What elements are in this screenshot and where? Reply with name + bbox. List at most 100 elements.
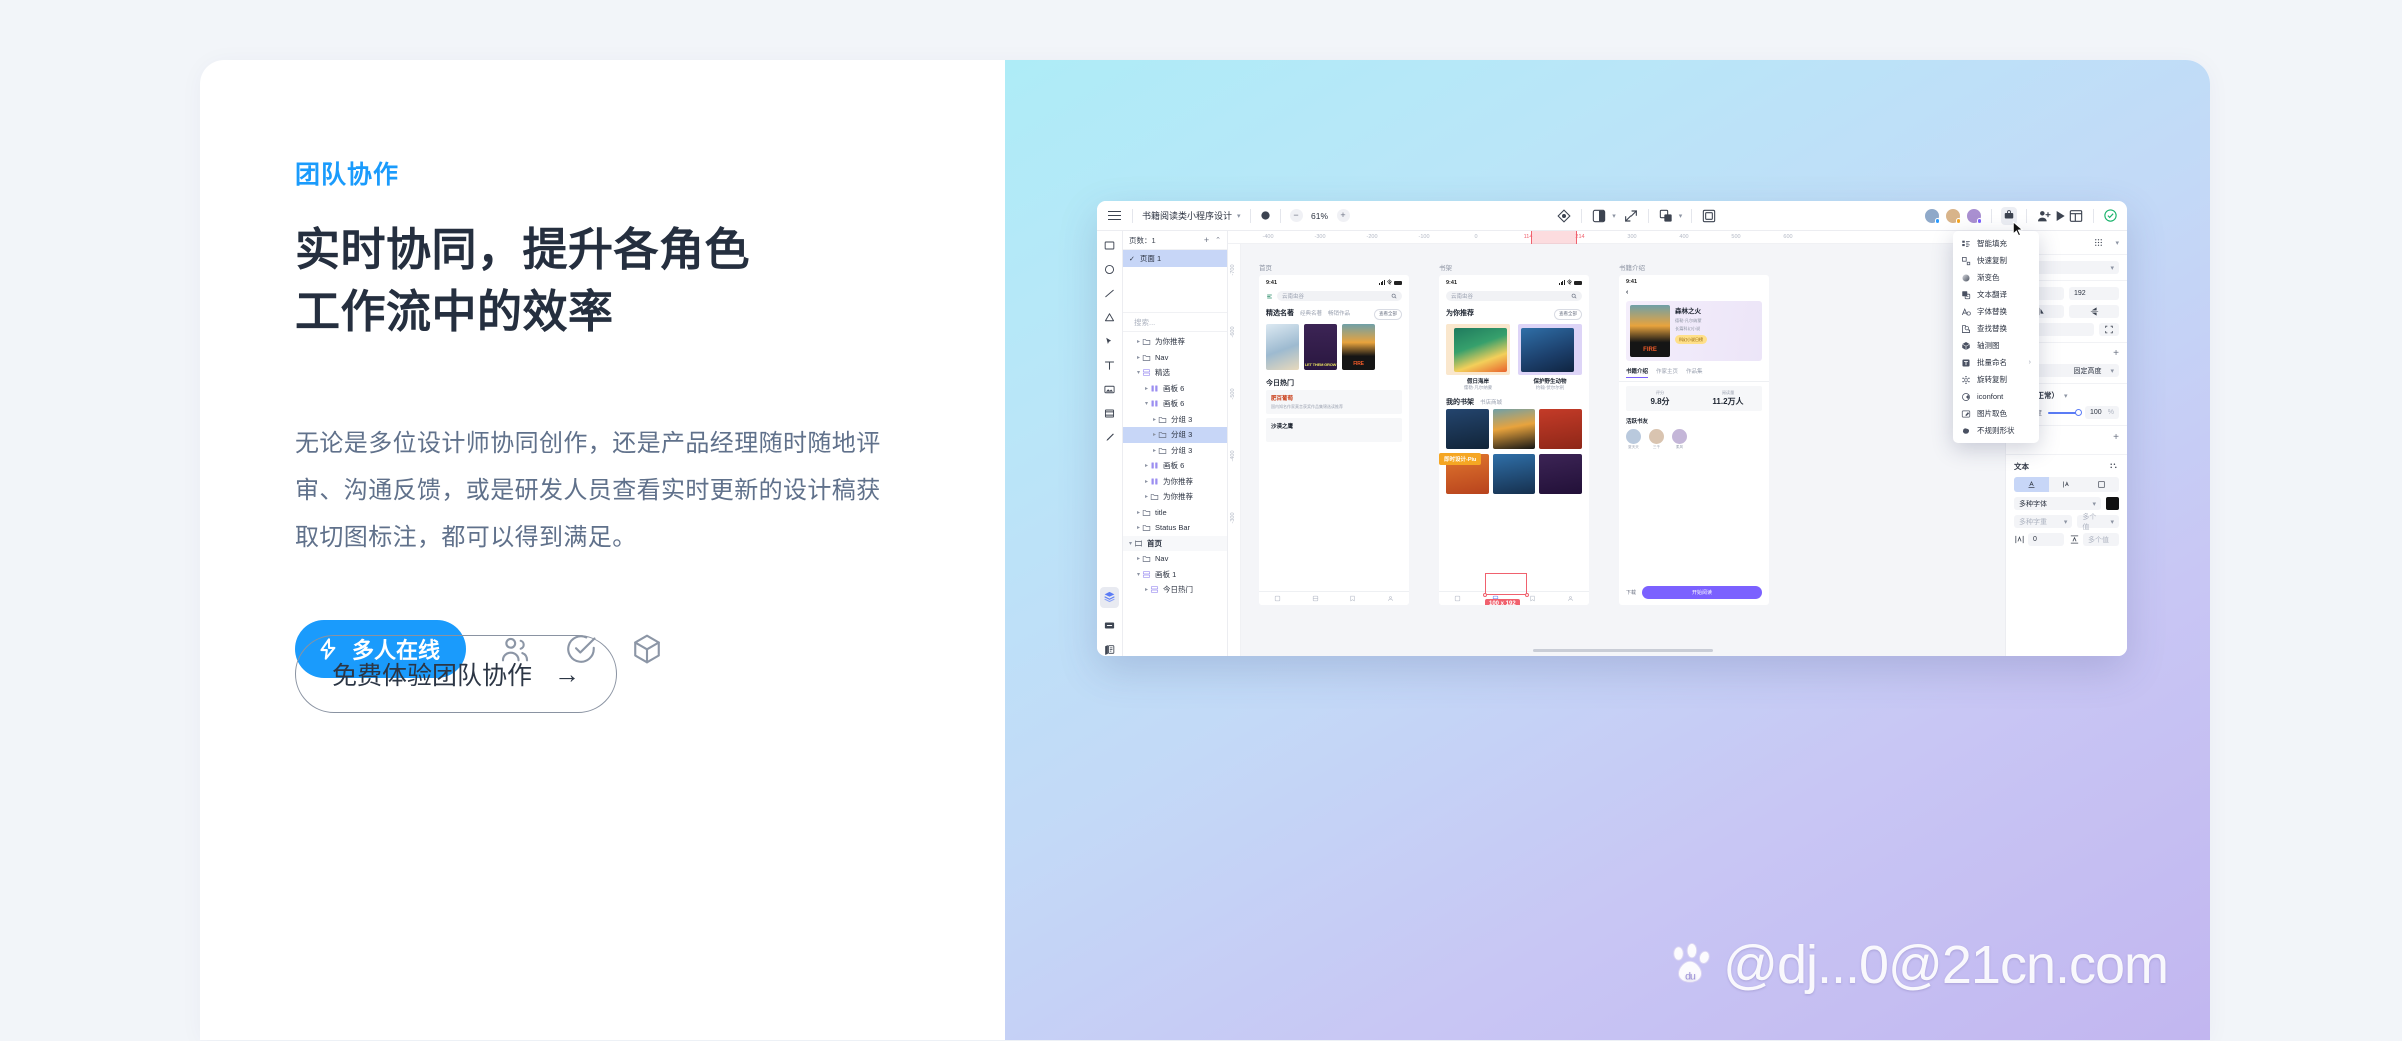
app-search-bar[interactable]: 云南虫谷	[1277, 291, 1402, 301]
shelf-book[interactable]	[1446, 408, 1489, 449]
twisty-icon[interactable]: ▸	[1151, 416, 1158, 423]
twisty-icon[interactable]: ▸	[1135, 524, 1142, 531]
layer-row[interactable]: ▸ 为你推荐	[1123, 334, 1227, 350]
line-tool-icon[interactable]	[1103, 287, 1116, 300]
twisty-icon[interactable]: ▾	[1127, 540, 1134, 547]
plugin-dropdown-menu[interactable]: 智能填充 快速复制 渐变色 文本翻译 字体替换 查找替换 轴测图 批量命名 › 旋转复制 iconf…	[1953, 231, 2039, 443]
selection-handle[interactable]	[1525, 593, 1529, 597]
section-tab[interactable]: 畅销作品	[1328, 309, 1350, 317]
layer-row[interactable]: ▸ 画板 6	[1123, 381, 1227, 397]
layer-row[interactable]: ▾ 画板 1	[1123, 567, 1227, 583]
hamburger-icon[interactable]	[1106, 209, 1123, 222]
layer-row[interactable]: ▸ 分组 3	[1123, 443, 1227, 459]
assets-panel-icon[interactable]	[1103, 619, 1116, 632]
layer-row[interactable]: ▸ 画板 6	[1123, 458, 1227, 474]
slider-knob[interactable]	[2075, 409, 2082, 416]
components-panel-icon[interactable]	[1103, 643, 1116, 656]
friend-item[interactable]: 夏天天	[1626, 429, 1641, 450]
layer-row[interactable]: ▸ 为你推荐	[1123, 474, 1227, 490]
layer-row[interactable]: ▸ Nav	[1123, 551, 1227, 567]
text-indent-button[interactable]	[2049, 477, 2084, 492]
font-size-select[interactable]: 多个值 ▾	[2077, 514, 2119, 531]
canvas-horizontal-scrollbar[interactable]	[1533, 649, 1713, 652]
hot-card[interactable]: 肥百葡萄 国内知名作家莫言获奖作品集锦选读推荐	[1266, 389, 1402, 415]
boolean-icon[interactable]	[1658, 208, 1674, 224]
shelf-book[interactable]	[1492, 408, 1536, 449]
menu-icon[interactable]	[1266, 293, 1273, 300]
layer-row[interactable]: ▾ 精选	[1123, 365, 1227, 381]
artboard-book-detail[interactable]: 书籍介绍 9:41 ‹ FIRE 森林之火 德勒·凡尔纳蒙 长篇科幻小说 科幻小…	[1619, 262, 1769, 605]
menu-item[interactable]: iconfont	[1953, 388, 2039, 405]
book-cover[interactable]: FIRE	[1342, 323, 1375, 370]
export-icon[interactable]	[1623, 208, 1639, 224]
search-input[interactable]	[1134, 317, 1231, 327]
text-box-button[interactable]	[2084, 477, 2119, 492]
book-tab-icon[interactable]	[1454, 595, 1461, 602]
twisty-icon[interactable]: ▾	[1135, 369, 1142, 376]
menu-item[interactable]: 字体替换	[1953, 303, 2039, 320]
mask-shape-icon[interactable]	[1260, 210, 1271, 221]
pen-tool-icon[interactable]	[1103, 335, 1116, 348]
polygon-tool-icon[interactable]	[1103, 311, 1116, 324]
book-item[interactable]: 保护野生动物 约翰·伏尔尔刑	[1518, 323, 1582, 391]
bookmark-tab-icon[interactable]	[1529, 595, 1536, 602]
bookmark-tab-icon[interactable]	[1349, 595, 1356, 602]
view-all-button[interactable]: 查看全部	[1374, 308, 1402, 320]
canvas-stage[interactable]: 首页 9:41 令 云南虫谷 精选名著 经典名著 畅销作品 查看全部 LET T…	[1241, 244, 2005, 656]
menu-item[interactable]: 图片取色	[1953, 405, 2039, 422]
twisty-icon[interactable]: ▸	[1143, 385, 1150, 392]
menu-item[interactable]: 不规则形状	[1953, 422, 2039, 439]
zoom-out-button[interactable]: −	[1289, 209, 1303, 222]
book-cover[interactable]	[1266, 323, 1299, 370]
line-height-field[interactable]: 多个值	[2083, 533, 2119, 546]
twisty-icon[interactable]: ▸	[1135, 338, 1142, 345]
flip-vertical-button[interactable]	[2069, 305, 2119, 318]
rect-tool-icon[interactable]	[1103, 239, 1116, 252]
layer-row[interactable]: ▸ 今日热门	[1123, 582, 1227, 598]
menu-item[interactable]: 智能填充	[1953, 235, 2039, 252]
grid-icon[interactable]	[2093, 237, 2104, 248]
design-canvas[interactable]: -400 -300 -200 -100 0 114 214 300 400 500 600 -700…	[1228, 231, 2005, 656]
layers-panel-icon[interactable]	[1100, 587, 1119, 608]
section-tab[interactable]: 经典名著	[1300, 309, 1322, 317]
layer-row[interactable]: ▸ title	[1123, 505, 1227, 521]
font-weight-select[interactable]: 多种字重 ▾	[2014, 515, 2073, 528]
cube-icon[interactable]	[630, 632, 664, 666]
selection-handle[interactable]	[1483, 593, 1487, 597]
twisty-icon[interactable]: ▸	[1135, 509, 1142, 516]
artboard-bookshelf[interactable]: 书架 9:41 令 云南虫谷 为你推荐 查看全部 假日海岸 儒勒·凡尔纳蒙 保护…	[1439, 262, 1589, 605]
document-title[interactable]: 书籍阅读类小程序设计	[1142, 209, 1232, 222]
avatar[interactable]	[1924, 207, 1940, 224]
frame-tool-icon[interactable]	[1103, 407, 1116, 420]
layer-row[interactable]: ▾ 画板 6	[1123, 396, 1227, 412]
profile-tab-icon[interactable]	[1387, 595, 1394, 602]
avatar[interactable]	[1945, 207, 1961, 224]
layer-row[interactable]: ▾ 首页	[1123, 535, 1227, 551]
chevron-up-icon[interactable]: ⌃	[1215, 236, 1221, 244]
letter-spacing-field[interactable]: 0	[2028, 533, 2064, 546]
twisty-icon[interactable]: ▸	[1151, 447, 1158, 454]
page-list-item[interactable]: ✓ 页面 1	[1123, 250, 1227, 267]
shelf-tab[interactable]: 书店商城	[1480, 398, 1502, 406]
chevron-down-icon[interactable]: ▾	[2064, 392, 2068, 400]
menu-item[interactable]: 批量命名 ›	[1953, 354, 2039, 371]
back-button[interactable]: ‹	[1619, 287, 1769, 298]
shelf-book[interactable]	[1539, 453, 1583, 494]
menu-item[interactable]: 文本翻译	[1953, 286, 2039, 303]
text-underline-button[interactable]	[2014, 477, 2049, 492]
detail-tab-active[interactable]: 书籍介绍	[1626, 367, 1649, 378]
image-tool-icon[interactable]	[1103, 383, 1116, 396]
book-item[interactable]: 假日海岸 儒勒·凡尔纳蒙	[1446, 323, 1510, 391]
ellipse-tool-icon[interactable]	[1103, 263, 1116, 276]
menu-item[interactable]: 旋转复制	[1953, 371, 2039, 388]
chevron-down-icon[interactable]: ▾	[1612, 212, 1616, 220]
twisty-icon[interactable]: ▸	[1151, 431, 1158, 438]
text-tool-icon[interactable]	[1103, 359, 1116, 372]
layout-icon[interactable]	[2068, 208, 2084, 224]
twisty-icon[interactable]: ▸	[1143, 478, 1150, 485]
layer-row[interactable]: ▸ 分组 3	[1123, 427, 1227, 443]
chevron-down-icon[interactable]: ▾	[1237, 212, 1241, 220]
friend-item[interactable]: 柔风	[1672, 429, 1687, 450]
share-icon[interactable]	[2036, 208, 2052, 224]
opacity-field[interactable]: 100 %	[2085, 406, 2119, 419]
